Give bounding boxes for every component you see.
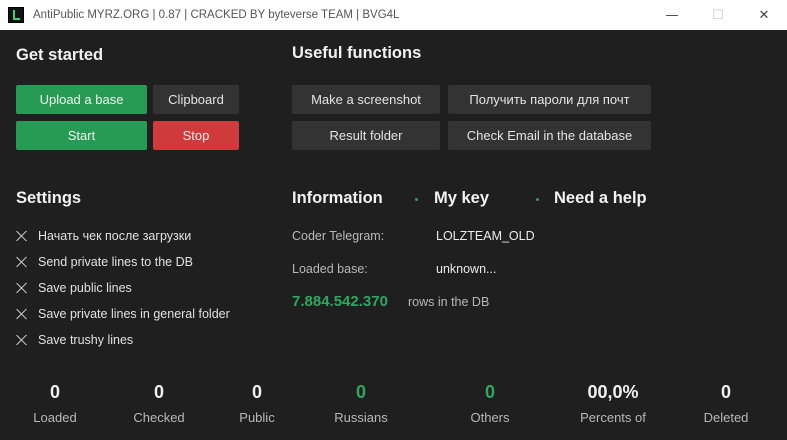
clipboard-button[interactable]: Clipboard <box>153 85 239 114</box>
stat-value: 0 <box>484 382 495 402</box>
stat-value: 0 <box>49 382 60 402</box>
stat-value: 0 <box>720 382 731 402</box>
loaded-base-label: Loaded base: <box>292 262 368 276</box>
db-rows-label: rows in the DB <box>408 295 490 309</box>
stat-label: Russians <box>334 410 388 425</box>
maximize-button[interactable]: ☐ <box>695 0 741 30</box>
setting-start-check-after-load[interactable]: Начать чек после загрузки <box>16 229 191 243</box>
get-started-title: Get started <box>16 46 104 64</box>
stat-checked: 0 Checked <box>109 382 209 425</box>
stat-public: 0 Public <box>207 382 307 425</box>
close-x-icon[interactable] <box>16 308 28 320</box>
upload-base-button[interactable]: Upload a base <box>16 85 147 114</box>
stat-label: Percents of <box>580 410 646 425</box>
stat-label: Others <box>470 410 510 425</box>
close-button[interactable]: ✕ <box>741 0 787 30</box>
stat-label: Loaded <box>33 410 77 425</box>
setting-save-private-general[interactable]: Save private lines in general folder <box>16 307 230 321</box>
setting-label: Send private lines to the DB <box>38 255 193 269</box>
setting-save-trushy-lines[interactable]: Save trushy lines <box>16 333 133 347</box>
window-title: AntiPublic MYRZ.ORG | 0.87 | CRACKED BY … <box>33 9 400 21</box>
app-logo-icon <box>8 7 24 23</box>
stat-deleted: 0 Deleted <box>676 382 776 425</box>
stat-value: 0 <box>355 382 366 402</box>
settings-title: Settings <box>16 189 82 207</box>
make-screenshot-button[interactable]: Make a screenshot <box>292 85 440 114</box>
get-passwords-button[interactable]: Получить пароли для почт <box>448 85 651 114</box>
close-x-icon[interactable] <box>16 256 28 268</box>
setting-label: Save trushy lines <box>38 333 134 347</box>
stat-value: 0 <box>153 382 164 402</box>
close-x-icon[interactable] <box>16 230 28 242</box>
setting-save-public-lines[interactable]: Save public lines <box>16 281 132 295</box>
stat-label: Deleted <box>703 410 749 425</box>
stat-russians: 0 Russians <box>311 382 411 425</box>
stat-value: 00,0% <box>587 382 639 402</box>
loaded-base-value: unknown... <box>436 262 497 276</box>
coder-telegram-label: Coder Telegram: <box>292 229 385 243</box>
db-rows-count: 7.884.542.370 <box>292 293 388 310</box>
tab-my-key[interactable]: My key <box>434 189 489 208</box>
stat-others: 0 Others <box>440 382 540 425</box>
stat-value: 0 <box>251 382 262 402</box>
setting-label: Начать чек после загрузки <box>38 229 192 243</box>
coder-telegram-value: LOLZTEAM_OLD <box>436 229 535 243</box>
setting-label: Save private lines in general folder <box>38 307 230 321</box>
close-x-icon[interactable] <box>16 334 28 346</box>
setting-label: Save public lines <box>38 281 132 295</box>
title-bar: AntiPublic MYRZ.ORG | 0.87 | CRACKED BY … <box>0 0 787 30</box>
stat-label: Checked <box>133 410 185 425</box>
useful-functions-title: Useful functions <box>292 44 422 62</box>
check-email-button[interactable]: Check Email in the database <box>448 121 651 150</box>
close-x-icon[interactable] <box>16 282 28 294</box>
window-controls: — ☐ ✕ <box>649 0 787 30</box>
stat-loaded: 0 Loaded <box>5 382 105 425</box>
separator-dot <box>536 198 539 201</box>
tab-information[interactable]: Information <box>292 189 383 208</box>
stop-button[interactable]: Stop <box>153 121 239 150</box>
minimize-button[interactable]: — <box>649 0 695 30</box>
start-button[interactable]: Start <box>16 121 147 150</box>
stat-percents: 00,0% Percents of <box>563 382 663 425</box>
result-folder-button[interactable]: Result folder <box>292 121 440 150</box>
tab-need-help[interactable]: Need a help <box>554 189 647 208</box>
separator-dot <box>415 198 418 201</box>
setting-send-private-lines[interactable]: Send private lines to the DB <box>16 255 193 269</box>
stat-label: Public <box>239 410 275 425</box>
